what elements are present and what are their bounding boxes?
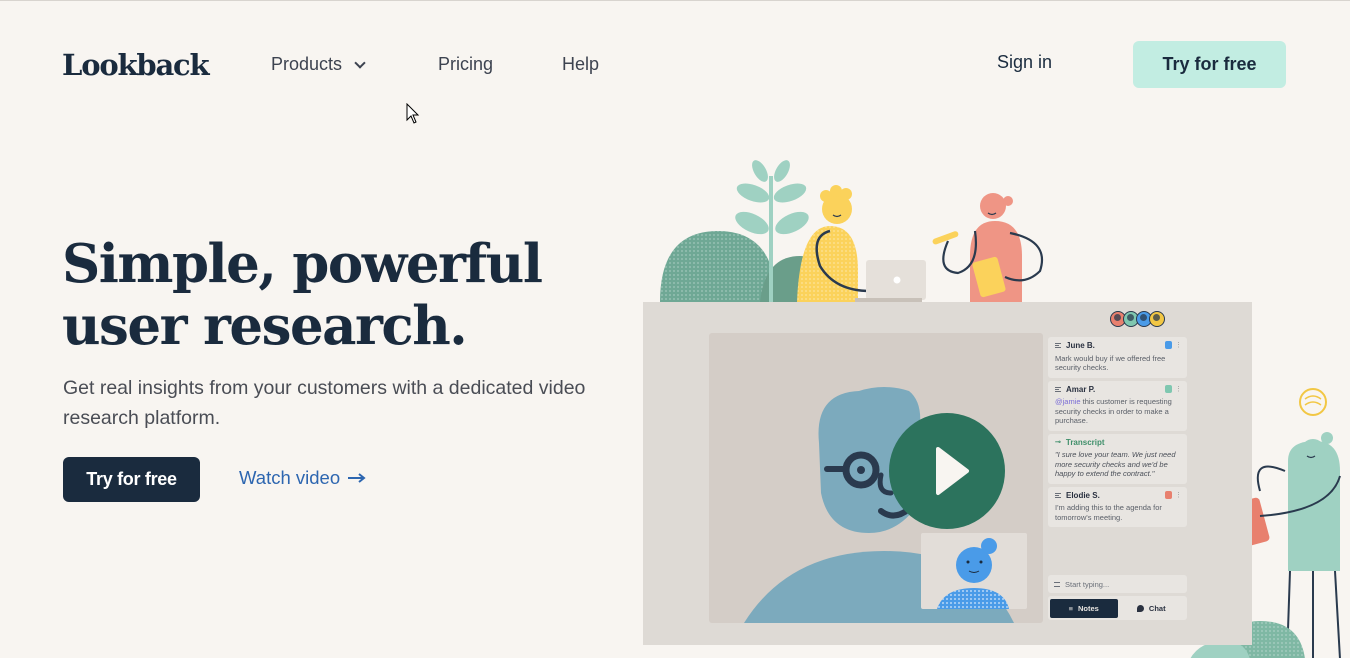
note-input-placeholder: Start typing...: [1065, 579, 1110, 589]
person-coral: [932, 193, 1044, 302]
note-icon: [1054, 581, 1060, 587]
notes-list: June B. ⋮ Mark would buy if we offered f…: [1048, 337, 1187, 530]
sign-in-link[interactable]: Sign in: [997, 52, 1052, 73]
nav-products[interactable]: Products: [271, 54, 366, 75]
watch-video-label: Watch video: [239, 467, 341, 488]
hero-title-line-1: Simple, powerful: [62, 233, 543, 295]
video-illustration: [744, 387, 1027, 623]
author-avatar-icon: [1165, 341, 1172, 349]
tab-chat-label: Chat: [1148, 603, 1166, 613]
chat-bubble-icon: [1136, 604, 1144, 612]
transcript-icon: ⊸: [1055, 438, 1061, 446]
note-author: Elodie S.: [1066, 490, 1100, 500]
note-icon: [1055, 492, 1061, 498]
note-text: @jamie this customer is requesting secur…: [1055, 397, 1181, 426]
nav-products-label: Products: [271, 54, 343, 74]
person-yellow: [797, 185, 926, 302]
note-card[interactable]: Elodie S. ⋮ I'm adding this to the agend…: [1048, 486, 1187, 527]
note-card[interactable]: Amar P. ⋮ @jamie this customer is reques…: [1048, 380, 1187, 431]
participant-avatar: [1149, 311, 1165, 327]
author-avatar-icon: [1165, 490, 1172, 499]
notes-icon: ≡: [1068, 603, 1074, 613]
note-author: Amar P.: [1066, 384, 1096, 394]
tab-chat[interactable]: Chat: [1118, 599, 1186, 618]
participant-thumbnail: [921, 533, 1027, 609]
participant-avatars: [1110, 311, 1165, 327]
watch-video-link[interactable]: Watch video: [239, 467, 366, 489]
note-text: Mark would buy if we offered free securi…: [1055, 353, 1166, 373]
hero-title-line-2: user research.: [62, 295, 468, 357]
mouse-cursor-icon: [406, 103, 420, 124]
nav-pricing[interactable]: Pricing: [438, 54, 493, 75]
note-text: I'm adding this to the agenda for tomorr…: [1055, 503, 1162, 522]
tab-notes-label: Notes: [1078, 603, 1099, 613]
note-input[interactable]: Start typing...: [1048, 575, 1187, 593]
arrow-right-icon: [348, 473, 366, 483]
more-options-icon[interactable]: ⋮: [1175, 385, 1182, 395]
note-author: June B.: [1066, 341, 1095, 350]
note-icon: [1055, 386, 1061, 392]
more-options-icon[interactable]: ⋮: [1175, 341, 1182, 351]
logo[interactable]: Lookback: [62, 48, 210, 82]
tab-notes[interactable]: ≡ Notes: [1050, 598, 1118, 618]
notes-chat-tabs: ≡ Notes Chat: [1048, 596, 1187, 620]
note-icon: [1055, 343, 1061, 349]
top-nav: Lookback Products Pricing Help Sign in T…: [0, 1, 1350, 129]
try-for-free-nav-button[interactable]: Try for free: [1133, 41, 1286, 88]
transcript-label: Transcript: [1065, 437, 1105, 447]
transcript-text: "I sure love your team. We just need mor…: [1055, 450, 1176, 478]
mention[interactable]: @jamie: [1055, 397, 1081, 406]
nav-help[interactable]: Help: [562, 54, 599, 75]
note-card[interactable]: June B. ⋮ Mark would buy if we offered f…: [1048, 337, 1187, 378]
chevron-down-icon: [354, 56, 366, 69]
video-preview[interactable]: [709, 333, 1043, 623]
play-button[interactable]: [889, 413, 1005, 529]
more-options-icon[interactable]: ⋮: [1175, 491, 1182, 501]
hero-subtitle: Get real insights from your customers wi…: [63, 377, 586, 429]
try-for-free-hero-button[interactable]: Try for free: [63, 457, 200, 502]
transcript-card[interactable]: ⊸ Transcript "I sure love your team. We j…: [1048, 433, 1187, 484]
author-avatar-icon: [1165, 384, 1172, 393]
hero-title: Simple, powerful user research.: [62, 233, 622, 357]
